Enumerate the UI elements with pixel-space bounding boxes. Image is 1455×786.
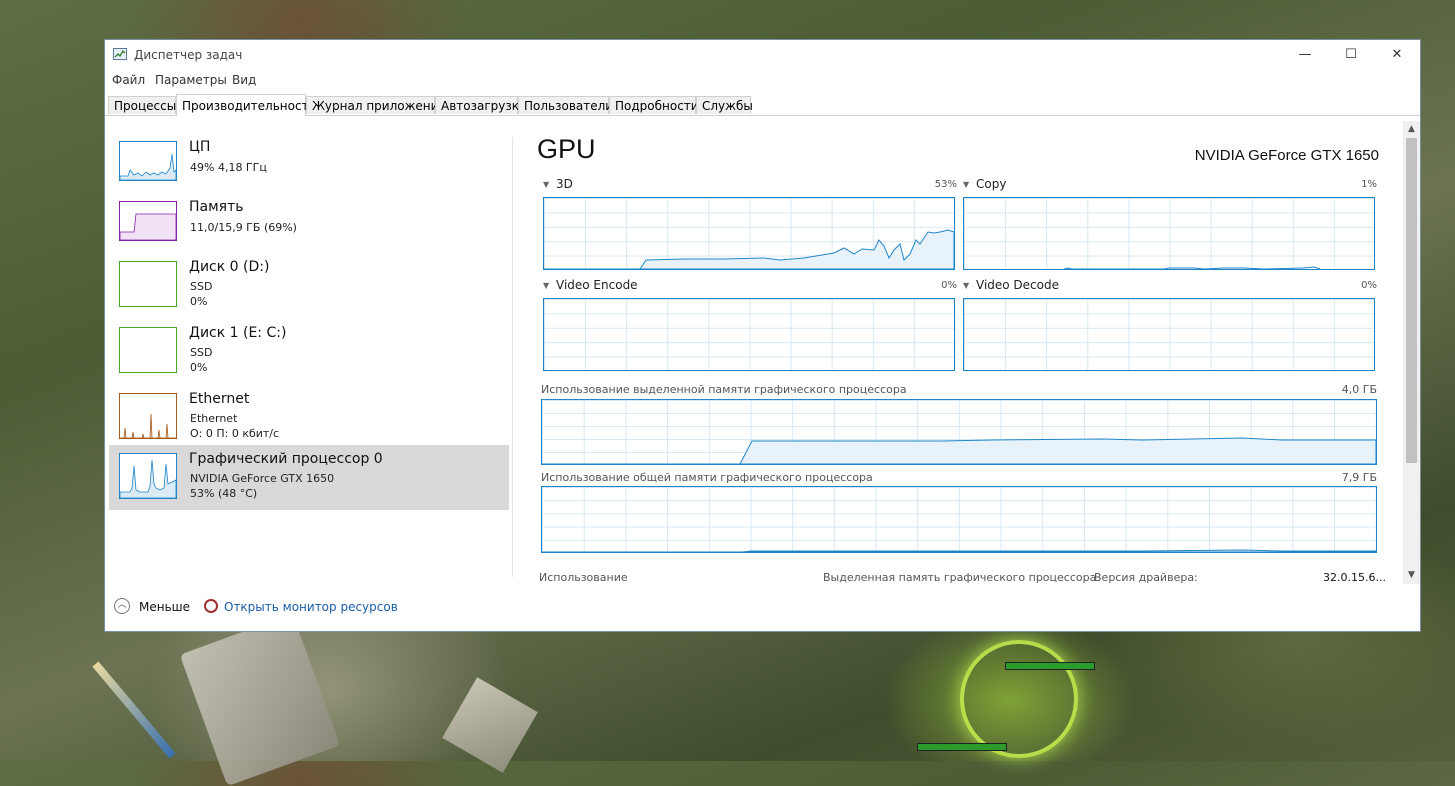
engine-percent: 53%	[934, 179, 957, 190]
resource-value: О: 0 П: 0 кбит/с	[190, 427, 280, 440]
chevron-down-icon[interactable]: ▼	[543, 180, 549, 189]
graph-copy	[963, 197, 1375, 270]
resource-detail: SSD	[190, 346, 213, 359]
resource-title: ЦП	[189, 139, 211, 155]
task-manager-window: Диспетчер задач — ☐ ✕ Файл Параметры Вид…	[105, 40, 1420, 631]
maximize-button[interactable]: ☐	[1328, 40, 1374, 70]
game-stone-block	[442, 677, 538, 773]
stat-dedicated-label: Выделенная память графического процессор…	[823, 571, 1097, 584]
graph-3d	[543, 197, 955, 270]
tab-details[interactable]: Подробности	[609, 96, 699, 114]
disk0-mini-graph	[119, 261, 177, 307]
dedicated-memory-label: Использование выделенной памяти графичес…	[541, 383, 907, 396]
menu-options[interactable]: Параметры	[155, 73, 227, 87]
shared-memory-max: 7,9 ГБ	[1341, 471, 1377, 484]
graph-dedicated-memory	[541, 399, 1377, 465]
engine-selector-video-encode[interactable]: Video Encode	[556, 278, 638, 292]
stat-driver-value: 32.0.15.6...	[1323, 571, 1386, 584]
gpu-model-name: NVIDIA GeForce GTX 1650	[1194, 147, 1379, 164]
resource-detail: 49% 4,18 ГГц	[190, 161, 267, 174]
engine-selector-3d[interactable]: 3D	[556, 177, 573, 191]
chevron-down-icon[interactable]: ▼	[963, 281, 969, 290]
graph-video-decode	[963, 298, 1375, 371]
resource-detail: Ethernet	[190, 412, 238, 425]
chevron-up-icon[interactable]: ︿	[114, 598, 130, 614]
game-hero-glow	[960, 640, 1078, 758]
resource-title: Графический процессор 0	[189, 451, 383, 467]
close-button[interactable]: ✕	[1374, 40, 1420, 70]
footer: ︿ Меньше Открыть монитор ресурсов	[105, 592, 1420, 626]
engine-percent: 0%	[1361, 280, 1377, 291]
page-title: GPU	[537, 134, 596, 164]
panel-divider	[512, 137, 513, 577]
tab-processes[interactable]: Процессы	[108, 96, 176, 114]
open-resource-monitor-link[interactable]: Открыть монитор ресурсов	[224, 600, 398, 614]
shared-memory-label: Использование общей памяти графического …	[541, 471, 873, 484]
engine-selector-copy[interactable]: Copy	[976, 177, 1006, 191]
tab-strip: Процессы Производительность Журнал прило…	[105, 94, 1420, 116]
graph-shared-memory	[541, 486, 1377, 553]
tab-users[interactable]: Пользователи	[518, 96, 613, 114]
vertical-scrollbar[interactable]: ▲ ▼	[1403, 121, 1420, 584]
task-manager-icon	[113, 48, 127, 60]
resource-cpu[interactable]: ЦП 49% 4,18 ГГц	[109, 133, 509, 198]
resource-title: Диск 0 (D:)	[189, 259, 270, 275]
game-staff	[92, 661, 176, 759]
engine-percent: 0%	[941, 280, 957, 291]
resource-detail: NVIDIA GeForce GTX 1650	[190, 472, 335, 485]
menu-bar: Файл Параметры Вид	[105, 71, 1420, 91]
resource-title: Диск 1 (E: C:)	[189, 325, 287, 341]
scroll-down-icon[interactable]: ▼	[1403, 567, 1420, 584]
resource-ethernet[interactable]: Ethernet Ethernet О: 0 П: 0 кбит/с	[109, 385, 509, 450]
window-title: Диспетчер задач	[134, 48, 243, 62]
resource-value: 0%	[190, 361, 208, 374]
scroll-thumb[interactable]	[1406, 138, 1417, 463]
tab-performance[interactable]: Производительность	[176, 94, 316, 116]
resource-memory[interactable]: Память 11,0/15,9 ГБ (69%)	[109, 193, 509, 258]
game-health-bar	[917, 743, 1007, 751]
fewer-details-button[interactable]: Меньше	[139, 600, 190, 614]
scroll-up-icon[interactable]: ▲	[1403, 121, 1420, 138]
gpu-mini-graph	[119, 453, 177, 499]
engine-selector-video-decode[interactable]: Video Decode	[976, 278, 1059, 292]
tab-startup[interactable]: Автозагрузка	[435, 96, 526, 114]
resource-value: 53% (48 °C)	[190, 487, 258, 500]
menu-view[interactable]: Вид	[232, 73, 256, 87]
chevron-down-icon[interactable]: ▼	[543, 281, 549, 290]
game-health-bar	[1005, 662, 1095, 670]
graph-video-encode	[543, 298, 955, 371]
resource-monitor-icon[interactable]	[204, 599, 218, 613]
menu-file[interactable]: Файл	[112, 73, 145, 87]
ethernet-mini-graph	[119, 393, 177, 439]
resource-title: Ethernet	[189, 391, 250, 407]
dedicated-memory-max: 4,0 ГБ	[1341, 383, 1377, 396]
disk1-mini-graph	[119, 327, 177, 373]
tab-services[interactable]: Службы	[696, 96, 753, 114]
stat-driver-label: Версия драйвера:	[1094, 571, 1198, 584]
resource-disk1[interactable]: Диск 1 (E: C:) SSD 0%	[109, 319, 509, 384]
cpu-mini-graph	[119, 141, 177, 181]
memory-mini-graph	[119, 201, 177, 241]
minimize-button[interactable]: —	[1282, 40, 1328, 70]
engine-percent: 1%	[1361, 179, 1377, 190]
game-stone-pillar	[179, 613, 341, 786]
stat-usage-label: Использование	[539, 571, 628, 584]
resource-gpu0[interactable]: Графический процессор 0 NVIDIA GeForce G…	[109, 445, 509, 510]
tab-app-history[interactable]: Журнал приложений	[306, 96, 446, 114]
resource-disk0[interactable]: Диск 0 (D:) SSD 0%	[109, 253, 509, 318]
resource-detail: 11,0/15,9 ГБ (69%)	[190, 221, 297, 234]
resource-title: Память	[189, 199, 244, 215]
resource-detail: SSD	[190, 280, 213, 293]
title-bar[interactable]: Диспетчер задач — ☐ ✕	[105, 40, 1420, 70]
chevron-down-icon[interactable]: ▼	[963, 180, 969, 189]
resource-value: 0%	[190, 295, 208, 308]
